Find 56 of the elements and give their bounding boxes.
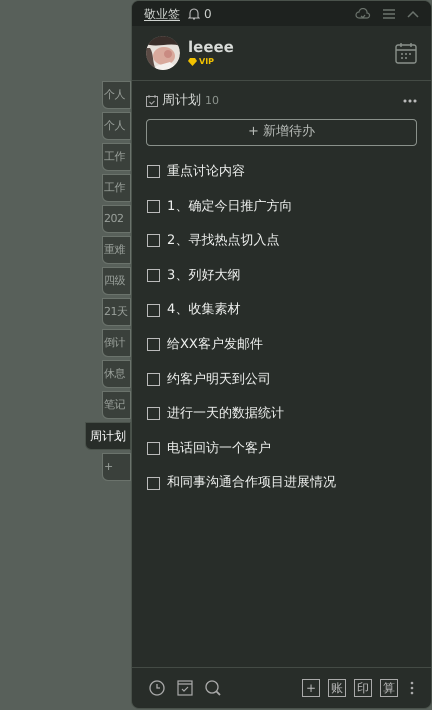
cloud-icon[interactable] <box>355 8 371 20</box>
list-title: 周计划 <box>162 92 201 110</box>
todo-text: 约客户明天到公司 <box>167 370 271 389</box>
checkbox[interactable] <box>147 338 160 352</box>
todo-text: 2、寻找热点切入点 <box>167 232 280 250</box>
tool-button[interactable]: 印 <box>354 679 372 697</box>
notebook-tab[interactable]: 四级 <box>102 267 131 295</box>
bell-icon[interactable] <box>188 7 200 20</box>
clock-icon[interactable] <box>149 680 165 696</box>
collapse-icon[interactable] <box>407 10 419 18</box>
todo-text: 4、收集素材 <box>167 301 240 320</box>
notebook-tab[interactable]: 21天 <box>102 298 131 326</box>
tool-button[interactable]: 算 <box>380 679 398 697</box>
tool-button[interactable]: 账 <box>328 679 346 697</box>
checkbox[interactable] <box>147 200 160 213</box>
checkbox[interactable] <box>147 407 160 420</box>
todo-text: 进行一天的数据统计 <box>167 405 284 424</box>
tool-button[interactable]: + <box>302 679 320 697</box>
todo-text: 给XX客户发邮件 <box>167 336 263 354</box>
notebook-tab[interactable]: 休息 <box>102 360 131 388</box>
inbox-check-icon[interactable] <box>177 680 193 696</box>
add-todo-button[interactable]: + 新增待办 <box>146 118 417 146</box>
notebook-tab[interactable]: 202 <box>102 205 131 233</box>
checkbox[interactable] <box>147 269 160 282</box>
more-vertical-icon[interactable] <box>410 681 414 695</box>
app-name[interactable]: 敬业签 <box>144 4 180 22</box>
notification-count: 0 <box>204 6 212 22</box>
notebook-tab[interactable]: + <box>102 453 131 481</box>
checkbox[interactable] <box>147 476 160 490</box>
item-count: 10 <box>205 92 219 108</box>
notebook-tab[interactable]: 工作 <box>102 143 131 171</box>
calendar-icon[interactable] <box>395 42 417 64</box>
search-icon[interactable] <box>205 680 222 696</box>
user-name: leeee <box>188 38 234 56</box>
checkbox[interactable] <box>147 234 160 248</box>
more-icon[interactable] <box>403 98 417 103</box>
notebook-tab[interactable]: 重难 <box>102 236 131 264</box>
checkbox[interactable] <box>147 372 160 386</box>
notebook-tab[interactable]: 笔记 <box>102 391 131 419</box>
todo-text: 和同事沟通合作项目进展情况 <box>167 474 336 492</box>
todo-text: 3、列好大纲 <box>167 266 240 285</box>
calendar-check-icon <box>146 94 158 107</box>
notebook-tab[interactable]: 个人 <box>102 112 131 140</box>
checkbox[interactable] <box>147 165 160 178</box>
checkbox[interactable] <box>147 442 160 456</box>
todo-text: 重点讨论内容 <box>167 163 245 182</box>
checkbox[interactable] <box>147 304 160 317</box>
todo-text: 1、确定今日推广方向 <box>167 198 292 216</box>
vip-label: VIP <box>199 56 214 68</box>
notebook-tab[interactable]: 工作 <box>102 174 131 202</box>
notebook-tab[interactable]: 周计划 <box>85 422 131 450</box>
todo-text: 电话回访一个客户 <box>167 440 271 458</box>
notebook-tab[interactable]: 个人 <box>102 81 131 109</box>
notebook-tab[interactable]: 倒计 <box>102 329 131 357</box>
diamond-icon <box>188 58 197 66</box>
menu-icon[interactable] <box>383 8 395 18</box>
